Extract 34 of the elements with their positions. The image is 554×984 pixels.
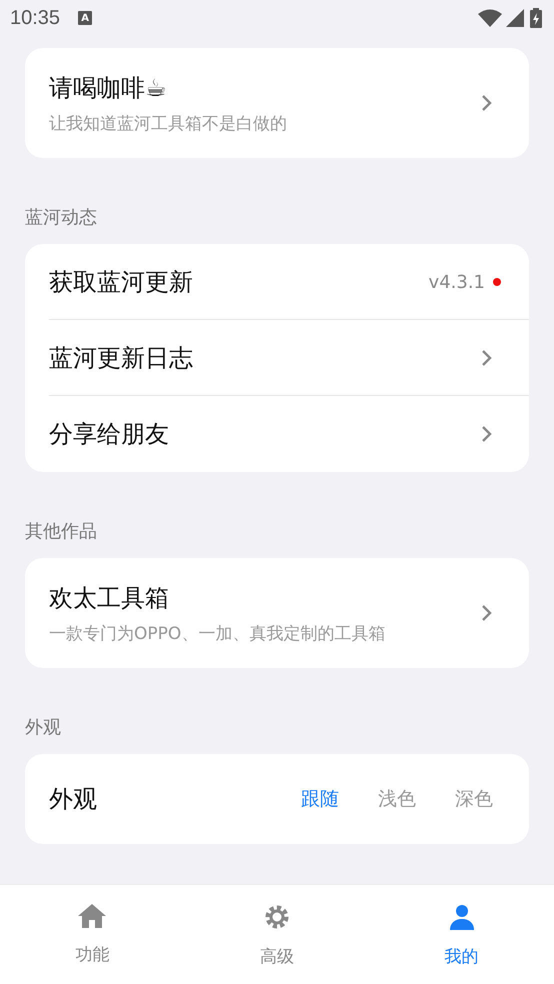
settings-row[interactable]: 蓝河更新日志 [25, 320, 529, 396]
settings-row[interactable]: 外观 跟随 浅色 深色 [25, 754, 529, 844]
section-header: 蓝河动态 [25, 206, 98, 230]
wifi-icon [478, 9, 502, 27]
battery-icon [530, 8, 542, 28]
row-title: 获取蓝河更新 [49, 267, 194, 298]
signal-icon [506, 9, 524, 27]
chevron-right-icon [481, 94, 493, 112]
home-icon [77, 903, 108, 929]
row-title: 欢太工具箱 [49, 582, 170, 614]
nav-tab[interactable]: 高级 [184, 885, 370, 984]
settings-row[interactable]: 分享给朋友 [25, 396, 529, 472]
settings-icon [263, 903, 291, 931]
row-title: 外观 [49, 784, 98, 815]
row-subtitle: 让我知道蓝河工具箱不是白做的 [49, 112, 288, 134]
person-icon [448, 903, 476, 931]
version-text: v4.3.1 [428, 272, 485, 292]
row-title: 蓝河更新日志 [49, 343, 194, 374]
settings-row[interactable]: 请喝咖啡☕ 让我知道蓝河工具箱不是白做的 [25, 48, 529, 158]
theme-option[interactable]: 跟随 [301, 786, 339, 812]
notification-icon: A [78, 11, 92, 25]
chevron-right-icon [481, 604, 493, 622]
row-subtitle: 一款专门为OPPO、一加、真我定制的工具箱 [49, 622, 386, 644]
status-time: 10:35 [10, 6, 60, 30]
settings-row[interactable]: 获取蓝河更新 v4.3.1 [25, 244, 529, 320]
chevron-right-icon [481, 425, 493, 443]
row-title: 请喝咖啡☕ [49, 72, 168, 104]
settings-row[interactable]: 欢太工具箱 一款专门为OPPO、一加、真我定制的工具箱 [25, 558, 529, 668]
nav-tab[interactable]: 功能 [0, 885, 185, 984]
row-title: 分享给朋友 [49, 419, 170, 450]
section-header: 外观 [25, 716, 62, 740]
nav-tab[interactable]: 我的 [369, 885, 554, 984]
section-header: 其他作品 [25, 520, 98, 544]
chevron-right-icon [481, 349, 493, 367]
